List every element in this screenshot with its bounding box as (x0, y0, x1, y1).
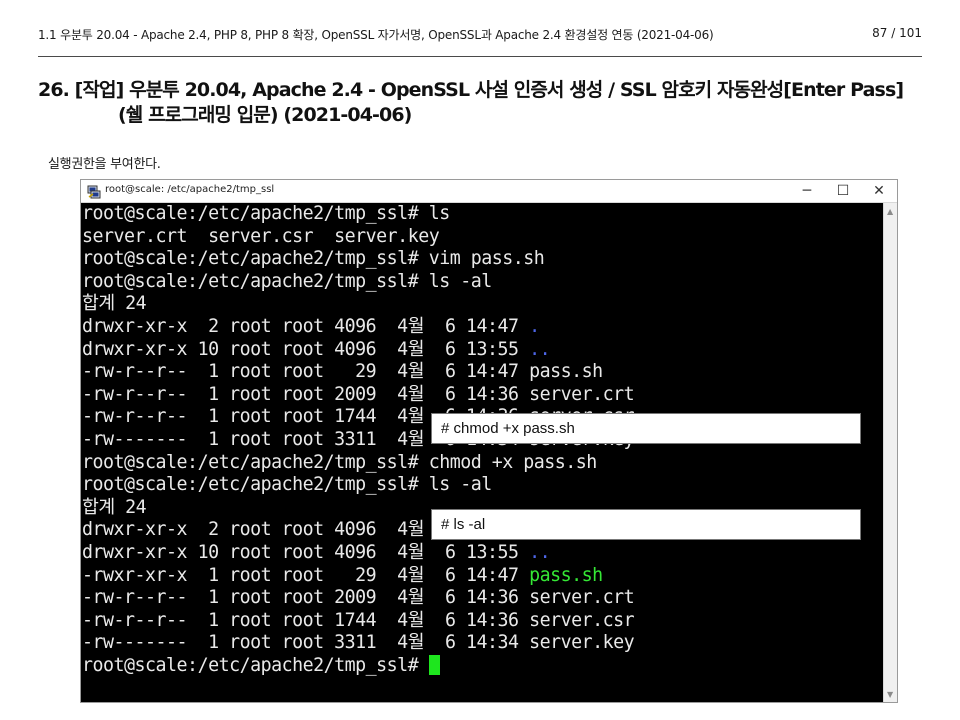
terminal-line: root@scale:/etc/apache2/tmp_ssl# vim pas… (82, 248, 545, 270)
window-title: root@scale: /etc/apache2/tmp_ssl (105, 184, 275, 195)
terminal-line: -rw-r--r-- 1 root root 1744 4월 6 14:36 s… (82, 609, 635, 631)
maximize-button[interactable]: ☐ (825, 180, 861, 202)
section-title-line1: 26. [작업] 우분투 20.04, Apache 2.4 - OpenSSL… (38, 79, 904, 101)
scroll-up-icon[interactable]: ▲ (887, 207, 893, 216)
terminal-line: -rw-r--r-- 1 root root 2009 4월 6 14:36 s… (82, 587, 635, 609)
terminal-line: root@scale:/etc/apache2/tmp_ssl# ls -al (82, 270, 492, 292)
window-title-bar[interactable]: root@scale: /etc/apache2/tmp_ssl ─ ☐ ✕ (81, 180, 897, 203)
terminal-line: drwxr-xr-x 10 root root 4096 4월 6 13:55 … (82, 338, 551, 360)
header-divider (38, 56, 922, 57)
terminal-line: 합계 24 (82, 293, 147, 315)
terminal-cursor (428, 654, 440, 675)
terminal-line: -rw------- 1 root root 3311 4월 6 14:34 s… (82, 632, 635, 654)
terminal-line: -rw-r--r-- 1 root root 29 4월 6 14:47 pas… (82, 361, 603, 383)
section-title: 26. [작업] 우분투 20.04, Apache 2.4 - OpenSSL… (38, 78, 904, 128)
terminal-output[interactable]: root@scale:/etc/apache2/tmp_ssl# ls serv… (81, 203, 883, 702)
terminal-prompt-line[interactable]: root@scale:/etc/apache2/tmp_ssl# (82, 654, 883, 678)
terminal-line: drwxr-xr-x 2 root root 4096 4월 6 14:47 . (82, 315, 540, 337)
terminal-line: root@scale:/etc/apache2/tmp_ssl# chmod +… (82, 451, 597, 473)
command-callout-chmod: # chmod +x pass.sh (431, 413, 861, 444)
dir-entry-parent: .. (529, 541, 551, 563)
terminal-line: drwxr-xr-x 10 root root 4096 4월 6 13:55 … (82, 541, 551, 563)
terminal-line: server.crt server.csr server.key (82, 225, 440, 247)
document-header-title: 1.1 우분투 20.04 - Apache 2.4, PHP 8, PHP 8… (38, 28, 714, 42)
minimize-button[interactable]: ─ (789, 180, 825, 202)
terminal-line: -rw-r--r-- 1 root root 2009 4월 6 14:36 s… (82, 383, 635, 405)
body-text: 실행권한을 부여한다. (48, 157, 161, 172)
dir-entry-parent: .. (529, 338, 551, 360)
command-callout-ls: # ls -al (431, 509, 861, 540)
dir-entry-current: . (529, 315, 540, 337)
executable-file-name: pass.sh (529, 564, 603, 586)
terminal-line: root@scale:/etc/apache2/tmp_ssl# ls -al (82, 474, 492, 496)
terminal-scrollbar[interactable]: ▲ ▼ (883, 203, 897, 702)
putty-icon (87, 184, 101, 199)
page-number: 87 / 101 (872, 26, 922, 40)
scroll-down-icon[interactable]: ▼ (887, 690, 893, 699)
close-button[interactable]: ✕ (861, 180, 897, 202)
page-header: 1.1 우분투 20.04 - Apache 2.4, PHP 8, PHP 8… (38, 24, 922, 44)
section-title-line2: (쉘 프로그래밍 입문) (2021-04-06) (118, 104, 412, 126)
terminal-line: root@scale:/etc/apache2/tmp_ssl# ls (82, 203, 450, 224)
terminal-line: -rwxr-xr-x 1 root root 29 4월 6 14:47 pas… (82, 564, 603, 586)
